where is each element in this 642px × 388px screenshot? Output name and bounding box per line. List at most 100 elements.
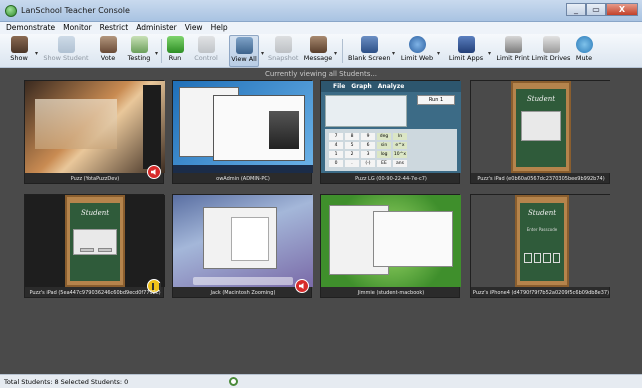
limit-drives-button[interactable]: Limit Drives [531,35,571,67]
calculator-key: deg [377,133,391,140]
snapshot-button: Snapshot [268,35,298,67]
calculator-key: log [377,151,391,158]
iphone-device: Student Enter Passcode [515,195,569,287]
show-student-button: Show Student [43,35,89,67]
student-screen [173,195,313,287]
presenter-icon [10,36,28,53]
toolbar-separator [161,39,162,63]
toolbar-separator [342,39,343,63]
student-screen: Student [471,81,611,173]
student-thumbnail[interactable]: Student Puzz's iPad (5ea447c979036246c60… [24,194,165,298]
vote-icon [99,36,117,53]
window-controls: _ ▭ X [566,3,638,16]
limit-web-dropdown-arrow-icon[interactable]: ▾ [437,50,440,57]
student-name: Jimmie (student-macbook) [357,290,425,296]
calculator-key: 3 [361,151,375,158]
student-thumbnail[interactable]: Jimmie (student-macbook) [320,194,461,298]
calculator-key: 6 [361,142,375,149]
maximize-button[interactable]: ▭ [586,3,606,16]
printer-icon [504,36,522,53]
testing-icon [130,36,148,53]
view-status-text: Currently viewing all Students... [264,70,378,78]
student-screen [25,81,165,173]
student-thumbnail[interactable]: Jack (Macintosh Zooming) [172,194,313,298]
student-count: Total Students: 8 Selected Students: 0 [4,378,129,386]
passcode-title: Enter Passcode [526,227,558,232]
testing-button[interactable]: Testing [123,35,155,67]
vote-button[interactable]: Vote [93,35,123,67]
student-thumbnail[interactable]: Puzz (YotaPuzzDev) [24,80,165,184]
student-thumbnail[interactable]: owAdmin (ADMIN-PC) [172,80,313,184]
calculator-key: 5 [345,142,359,149]
calculator-key: 0 [329,160,343,167]
ipad-device: Student [511,81,571,173]
ipad-dialog [73,229,117,255]
view-all-dropdown-arrow-icon[interactable]: ▾ [261,50,264,57]
student-name: Puzz LG (00-90-22-44-7e-c7) [355,176,427,182]
run-icon [166,36,184,53]
calculator-menu-analyze: Analyze [377,83,405,90]
calculator-key: 9 [361,133,375,140]
status-bar: Total Students: 8 Selected Students: 0 [0,374,642,388]
speaker-icon [575,36,593,53]
student-view-area: Currently viewing all Students... Puzz (… [0,68,642,374]
message-dropdown-arrow-icon[interactable]: ▾ [334,50,337,57]
calculator-key: ans [393,160,407,167]
control-button: Control [193,35,219,67]
calculator-key: 2 [345,151,359,158]
lanschool-logo-icon [5,5,17,17]
mute-button[interactable]: Mute [572,35,596,67]
calculator-menu-file: File [333,83,346,90]
student-name: Jack (Macintosh Zooming) [210,290,276,296]
close-button[interactable]: X [606,3,638,16]
calculator-menu-graph: Graph [351,83,372,90]
student-screen: Student Enter Passcode [471,195,611,287]
menu-demonstrate[interactable]: Demonstrate [2,22,59,34]
student-screen: File Graph Analyze Run 1 7 8 9 deg ln 4 … [321,81,461,173]
calculator-key: 8 [345,133,359,140]
drive-icon [542,36,560,53]
limit-web-icon [408,36,426,53]
show-dropdown-arrow-icon[interactable]: ▾ [35,50,38,57]
window-title: LanSchool Teacher Console [21,6,130,15]
calculator-key: 1 [329,151,343,158]
menu-view[interactable]: View [181,22,207,34]
ipad-student-word: Student [80,209,110,217]
blank-screen-dropdown-arrow-icon[interactable]: ▾ [392,50,395,57]
menu-monitor[interactable]: Monitor [59,22,96,34]
calculator-key: 10^x [393,151,407,158]
show-button[interactable]: Show [4,35,34,67]
testing-dropdown-arrow-icon[interactable]: ▾ [155,50,158,57]
student-thumbnail[interactable]: Student Puzz's iPad (e0b60a0567dc2370305… [470,80,611,184]
connection-icon [229,377,238,386]
minimize-button[interactable]: _ [566,3,586,16]
student-thumbnail[interactable]: Student Enter Passcode Puzz's iPhone4 (d… [470,194,611,298]
ipad-student-word: Student [526,95,556,103]
limit-apps-icon [457,36,475,53]
message-button[interactable]: Message [303,35,333,67]
menu-administer[interactable]: Administer [132,22,181,34]
ipad-device: Student [65,195,125,287]
limit-print-button[interactable]: Limit Print [495,35,531,67]
limit-apps-button[interactable]: Limit Apps [446,35,486,67]
student-name: owAdmin (ADMIN-PC) [216,176,270,182]
ipad-dialog [521,111,561,141]
limit-apps-dropdown-arrow-icon[interactable]: ▾ [488,50,491,57]
menu-help[interactable]: Help [207,22,232,34]
student-screen [321,195,461,287]
run-button[interactable]: Run [164,35,186,67]
message-icon [309,36,327,53]
toolbar: Show ▾ Show Student Vote Testing ▾ Run C… [0,34,642,68]
student-thumbnail[interactable]: File Graph Analyze Run 1 7 8 9 deg ln 4 … [320,80,461,184]
menu-restrict[interactable]: Restrict [96,22,133,34]
calculator-key: sin [377,142,391,149]
student-name: Puzz's iPhone4 (d4790f79f7b52a0209f5c6b0… [472,290,610,296]
title-bar: LanSchool Teacher Console _ ▭ X [0,0,642,22]
calculator-key: 4 [329,142,343,149]
limit-web-button[interactable]: Limit Web [399,35,435,67]
student-screen-icon [57,36,75,53]
student-screen: Student [25,195,165,287]
blank-screen-button[interactable]: Blank Screen [348,35,391,67]
calculator-key: . [345,160,359,167]
view-all-button[interactable]: View All [229,35,259,67]
